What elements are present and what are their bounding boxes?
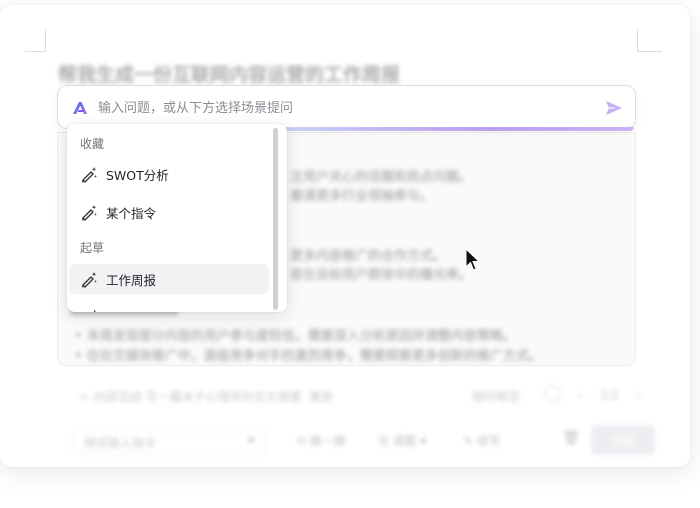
doc-line: 邀请更多行业领袖参与。 bbox=[290, 189, 434, 204]
group-label-draft: 起草 bbox=[80, 241, 105, 255]
doc-line: 注用户关心的话题和热点问题。 bbox=[290, 170, 473, 185]
group-label-favorites: 收藏 bbox=[80, 137, 105, 151]
crop-corner-top-left bbox=[25, 30, 45, 52]
doc-line: 容在目标用户群体中的曝光率。 bbox=[290, 268, 473, 283]
prompt-hint: 内容总结 写一篇关于心理学的论文摘要 bbox=[93, 390, 302, 404]
magic-pen-icon bbox=[81, 167, 97, 183]
send-arrow-icon[interactable] bbox=[603, 97, 625, 119]
keep-button[interactable]: 保留 bbox=[591, 425, 655, 455]
dropdown-item-label: 某个指令 bbox=[106, 205, 157, 221]
pager-count: 1/2 bbox=[600, 388, 620, 402]
magic-pen-icon bbox=[81, 272, 97, 288]
document-title: 帮我生成一份互联网内容运营的工作周报 bbox=[58, 64, 401, 86]
footer-meta: 随时帮您 bbox=[472, 390, 521, 404]
doc-line: 更多内容推广的合作方式。 bbox=[290, 249, 447, 264]
doc-bullet-line: • 本周发现部分内容的用户参与度较低，需要深入分析原因并调整内容策略。 bbox=[74, 329, 516, 344]
crop-corner-top-left-vertical bbox=[45, 30, 46, 52]
refresh-icon[interactable] bbox=[545, 386, 561, 402]
magic-pen-icon bbox=[81, 205, 97, 221]
crop-corner-top-right bbox=[637, 30, 662, 52]
dropdown-item-label: SWOT分析 bbox=[106, 167, 169, 183]
adjust-button[interactable]: ☰ 调整 ▾ bbox=[378, 432, 426, 449]
dropdown-scrollbar[interactable] bbox=[273, 128, 278, 310]
swap-button[interactable]: ⟲ 换一换 bbox=[296, 432, 346, 449]
next-item-peek bbox=[80, 307, 98, 312]
ai-prompt-input[interactable] bbox=[98, 97, 558, 119]
prompt-hint-action[interactable]: 重新 bbox=[309, 390, 333, 404]
continue-input[interactable]: 继续输入指令 ➤ bbox=[73, 428, 266, 454]
mouse-pointer-icon bbox=[465, 248, 481, 271]
prompt-hint-row: ← 内容总结 写一篇关于心理学的论文摘要 重新 bbox=[80, 390, 334, 404]
ai-brand-logo-icon bbox=[73, 102, 87, 114]
continue-write-button[interactable]: ✎ 续写 bbox=[463, 432, 501, 449]
dropdown-item-instruction[interactable]: 某个指令 bbox=[69, 197, 269, 227]
continue-send-icon[interactable]: ➤ bbox=[246, 433, 257, 448]
ai-prompt-bar bbox=[57, 85, 636, 129]
continue-input-placeholder: 继续输入指令 bbox=[84, 436, 157, 450]
app-stage: 帮我生成一份互联网内容运营的工作周报 注用户关心的话题和热点问题。 邀请更多行业… bbox=[0, 0, 700, 508]
doc-bullet-line: • 在社交媒体推广中，面临竞争对手的激烈竞争，需要探索更多创新的推广方式。 bbox=[74, 349, 542, 364]
scene-dropdown: 收藏 SWOT分析 某个指令 起草 工作周报 bbox=[67, 124, 287, 312]
dropdown-item-weekly-report[interactable]: 工作周报 bbox=[69, 264, 269, 294]
pager-next-icon[interactable]: › bbox=[636, 388, 641, 402]
dropdown-item-label: 工作周报 bbox=[106, 272, 157, 288]
pager-prev-icon[interactable]: ‹ bbox=[578, 388, 583, 402]
delete-icon[interactable]: 🗑 bbox=[562, 430, 580, 446]
dropdown-item-swot[interactable]: SWOT分析 bbox=[69, 159, 269, 189]
